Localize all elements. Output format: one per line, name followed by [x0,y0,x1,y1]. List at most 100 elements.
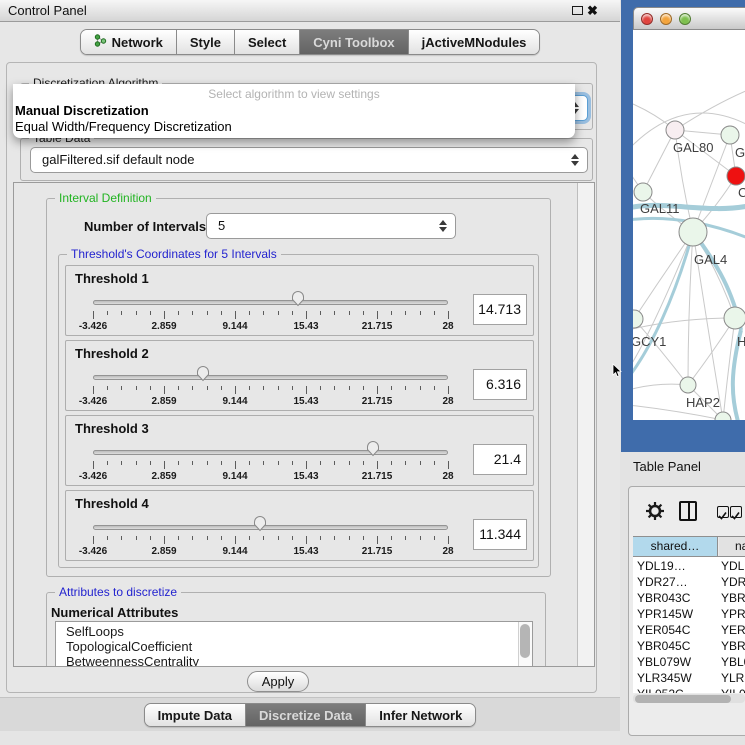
network-node-label: C [738,185,745,200]
threshold-value-field[interactable]: 14.713 [473,294,527,325]
table-row[interactable]: YBL079WYBL0 [633,654,745,670]
table-row[interactable]: YER054CYER0 [633,622,745,638]
slider-tick [249,536,250,540]
network-node[interactable] [680,377,696,393]
slider-tick [136,536,137,540]
list-item[interactable]: SelfLoops [56,624,532,639]
table-row[interactable]: YBR043CYBR0 [633,590,745,606]
table-hscrollbar-thumb[interactable] [635,695,731,703]
tab-cyni-toolbox[interactable]: Cyni Toolbox [299,30,407,54]
slider-tick [377,536,378,544]
slider-tick [107,386,108,390]
float-window-icon[interactable] [572,6,583,15]
control-panel-titlebar: Control Panel ✖ [0,0,620,22]
slider-track[interactable] [93,525,448,530]
table-row[interactable]: YLR345WYLR3 [633,670,745,686]
slider-tick [164,386,165,394]
slider-tick [93,386,94,394]
network-window-titlebar[interactable] [633,7,745,30]
slider-scale-label: 15.43 [293,546,318,557]
slider-tick [377,311,378,319]
gear-icon[interactable] [645,501,665,526]
slider-scale-label: -3.426 [79,396,107,407]
slider-tick [448,461,449,469]
table-row[interactable]: YDR27…YDR2 [633,574,745,590]
network-canvas[interactable]: GAL80GACGAL11GAL4GCY1HHAP2 [633,30,745,420]
slider-handle[interactable] [365,439,381,457]
slider-tick [434,386,435,390]
tab-select[interactable]: Select [234,30,299,54]
slider-tick [391,311,392,315]
tab-discretize-data[interactable]: Discretize Data [245,704,365,726]
number-of-intervals-label: Number of Intervals [84,219,206,234]
list-scrollbar-thumb[interactable] [520,624,530,658]
checkbox-checked-icon[interactable] [717,506,729,518]
list-scrollbar-track[interactable] [518,622,532,667]
slider-track[interactable] [93,450,448,455]
split-columns-icon[interactable] [679,501,697,521]
table-row[interactable]: YPR145WYPR1 [633,606,745,622]
table-row[interactable]: YDL19…YDL1 [633,558,745,574]
network-node[interactable] [679,218,707,246]
slider-tick [278,311,279,315]
network-edge [634,319,688,385]
network-node[interactable] [666,121,684,139]
table-data-combobox[interactable]: galFiltered.sif default node [30,147,588,173]
table-cell: YDL19… [637,558,717,574]
close-light[interactable] [641,13,653,25]
network-node[interactable] [727,167,745,185]
column-header-name[interactable]: na [719,537,745,556]
slider-tick [207,461,208,465]
tab-style[interactable]: Style [176,30,234,54]
list-item[interactable]: BetweennessCentrality [56,654,532,667]
threshold-value-field[interactable]: 11.344 [473,519,527,550]
slider-tick [292,311,293,315]
checkbox-checked-icon[interactable] [730,506,742,518]
apply-button[interactable]: Apply [247,671,309,692]
slider-tick [405,386,406,390]
tab-infer-network[interactable]: Infer Network [365,704,475,726]
tab-impute-data[interactable]: Impute Data [145,704,245,726]
list-item[interactable]: TopologicalCoefficient [56,639,532,654]
tab-label: Network [112,35,163,50]
table-row[interactable]: YIL052CYIL0 [633,686,745,693]
slider-handle[interactable] [252,514,268,532]
slider-tick [93,536,94,544]
number-of-intervals-spinner[interactable]: 5 [206,213,456,239]
dropdown-option-equal-width-frequency[interactable]: Equal Width/Frequency Discretization [15,119,232,134]
network-node[interactable] [724,307,745,329]
network-node[interactable] [634,183,652,201]
tab-label: Style [190,35,221,50]
slider-tick [292,386,293,390]
slider-handle[interactable] [290,289,306,307]
network-node[interactable] [721,126,739,144]
slider-scale-label: 2.859 [151,321,176,332]
network-node[interactable] [633,310,643,328]
slider-track[interactable] [93,375,448,380]
close-icon[interactable]: ✖ [587,2,598,20]
threshold-value-field[interactable]: 6.316 [473,369,527,400]
tab-jactivemnodules[interactable]: jActiveMNodules [408,30,540,54]
threshold-slider[interactable]: -3.4262.8599.14415.4321.71528 [93,416,448,487]
slider-tick [221,311,222,315]
minimize-light[interactable] [660,13,672,25]
table-hscrollbar-track[interactable] [633,694,745,703]
slider-tick [136,461,137,465]
network-node[interactable] [715,412,731,420]
slider-tick [434,536,435,540]
threshold-slider[interactable]: -3.4262.8599.14415.4321.71528 [93,266,448,337]
table-cell: YIL0 [721,686,745,693]
slider-handle[interactable] [195,364,211,382]
threshold-slider[interactable]: -3.4262.8599.14415.4321.71528 [93,341,448,412]
dropdown-option-manual-discretization[interactable]: Manual Discretization [15,103,149,118]
slider-tick [391,461,392,465]
slider-track[interactable] [93,300,448,305]
zoom-light[interactable] [679,13,691,25]
threshold-value-field[interactable]: 21.4 [473,444,527,475]
dropdown-placeholder-option[interactable]: Select algorithm to view settings [13,87,575,101]
pane-scrollbar-track[interactable] [577,183,595,667]
table-row[interactable]: YBR045CYBR0 [633,638,745,654]
tab-network[interactable]: Network [81,30,176,54]
column-header-shared[interactable]: shared… [633,537,718,556]
threshold-slider[interactable]: -3.4262.8599.14415.4321.71528 [93,491,448,562]
